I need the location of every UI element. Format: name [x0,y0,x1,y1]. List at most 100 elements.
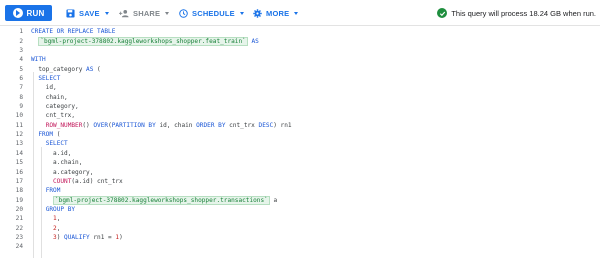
code-text: CREATE OR REPLACE TABLE [31,28,115,35]
code-token: WITH [31,56,46,64]
code-token: ) [56,233,65,241]
table-reference: `bgml-project-378802.kaggleworkshops_sho… [53,195,270,205]
code-line[interactable]: 15 a.chain, [0,158,600,167]
code-token: a.category, [31,168,94,176]
code-line[interactable]: 10 cnt_trx, [0,112,600,121]
run-button[interactable]: RUN [5,5,52,21]
code-text: cnt_trx, [31,112,75,119]
code-line[interactable]: 24 [0,243,600,252]
line-number: 6 [19,75,23,82]
code-token: id, chain [155,121,197,129]
validator-text: This query will process 18.24 GB when ru… [451,8,596,18]
line-number: 8 [19,93,23,101]
code-token: id, [31,84,57,92]
line-number: 15 [15,159,23,167]
table-reference: `bgml-project-378802.kaggleworkshops_sho… [38,36,248,46]
line-number: 19 [15,196,23,204]
code-line[interactable]: 12 FROM ( [0,130,600,139]
code-line[interactable]: 14 a.id, [0,149,600,158]
code-line[interactable]: 17 COUNT(a.id) cnt_trx [0,177,600,186]
code-line[interactable]: 1 CREATE OR REPLACE TABLE [0,28,600,37]
code-line[interactable]: 6 SELECT [0,74,600,83]
code-text: a.category, [31,169,93,176]
line-number: 1 [19,28,23,36]
code-token: a.id, [31,149,72,157]
person-add-icon [119,9,129,18]
code-token: a [269,196,278,204]
code-text: top_category AS ( [31,65,100,73]
query-validator: This query will process 18.24 GB when ru… [437,5,596,21]
code-token: COUNT [53,177,72,185]
code-line[interactable]: 5 top_category AS ( [0,65,600,74]
chevron-down-icon [294,11,299,15]
query-toolbar: RUN SAVE SHARE SCHEDULE MORE This query [0,0,600,26]
save-icon [66,8,75,18]
code-token: category, [31,103,79,111]
line-number: 4 [19,56,23,64]
code-line[interactable]: 7 id, [0,84,600,93]
code-token: ) [119,233,123,241]
code-token: PARTITION BY [111,121,156,129]
code-line[interactable]: 23 3) QUALIFY rn1 = 1) [0,233,600,242]
line-number: 22 [15,224,23,232]
code-token: GROUP BY [45,205,76,213]
line-number: 9 [19,103,23,111]
code-token: (a.id) cnt_trx [71,177,123,185]
clock-icon [179,8,188,18]
chevron-down-icon [104,11,109,15]
line-number: 12 [15,131,23,139]
code-line[interactable]: 2 `bgml-project-378802.kaggleworkshops_s… [0,36,600,46]
share-label: SHARE [133,8,161,18]
line-number: 18 [15,187,23,195]
code-text: `bgml-project-378802.kaggleworkshops_sho… [31,36,259,46]
play-icon [12,8,23,18]
code-token: ( [53,131,61,139]
code-text: ROW_NUMBER() OVER(PARTITION BY id, chain… [31,122,292,129]
code-token: chain, [31,93,68,101]
code-line[interactable]: 20 GROUP BY [0,205,600,214]
code-token: ) rn1 [273,121,292,129]
line-number: 2 [19,37,23,45]
code-text: id, [31,84,57,91]
code-text: FROM [31,187,61,194]
code-line[interactable]: 21 1, [0,215,600,224]
code-line[interactable]: 3 [0,46,600,55]
line-number: 17 [15,177,23,185]
code-text: FROM ( [31,131,60,138]
code-line[interactable]: 8 chain, [0,93,600,102]
code-token: OVER [93,121,109,129]
code-token: top_category [31,65,87,73]
code-text: category, [31,103,79,110]
code-line[interactable]: 18 FROM [0,186,600,195]
share-button[interactable]: SHARE [119,5,170,21]
line-number: 16 [15,168,23,176]
code-token: rn1 = [89,233,116,241]
code-line[interactable]: 13 SELECT [0,140,600,149]
save-button[interactable]: SAVE [66,5,109,21]
code-line[interactable]: 4 WITH [0,56,600,65]
code-token: cnt_trx [225,121,259,129]
code-text: 2, [31,225,60,232]
code-text: a.id, [31,150,71,157]
code-line[interactable]: 16 a.category, [0,168,600,177]
code-token: ORDER BY [196,121,226,129]
schedule-button[interactable]: SCHEDULE [179,5,244,21]
code-text: SELECT [31,140,68,147]
code-token: a.chain, [31,159,83,167]
save-label: SAVE [79,8,100,18]
code-line[interactable]: 11 ROW_NUMBER() OVER(PARTITION BY id, ch… [0,121,600,130]
code-token: , [56,224,61,232]
code-line[interactable]: 19 `bgml-project-378802.kaggleworkshops_… [0,195,600,205]
chevron-down-icon [239,11,244,15]
code-text: `bgml-project-378802.kaggleworkshops_sho… [31,195,278,205]
code-line[interactable]: 22 2, [0,224,600,233]
code-line[interactable]: 9 category, [0,102,600,111]
code-token: CREATE OR REPLACE TABLE [31,28,116,36]
sql-editor[interactable]: 1 CREATE OR REPLACE TABLE 2 `bgml-project-… [0,26,600,258]
more-button[interactable]: MORE [253,5,299,21]
